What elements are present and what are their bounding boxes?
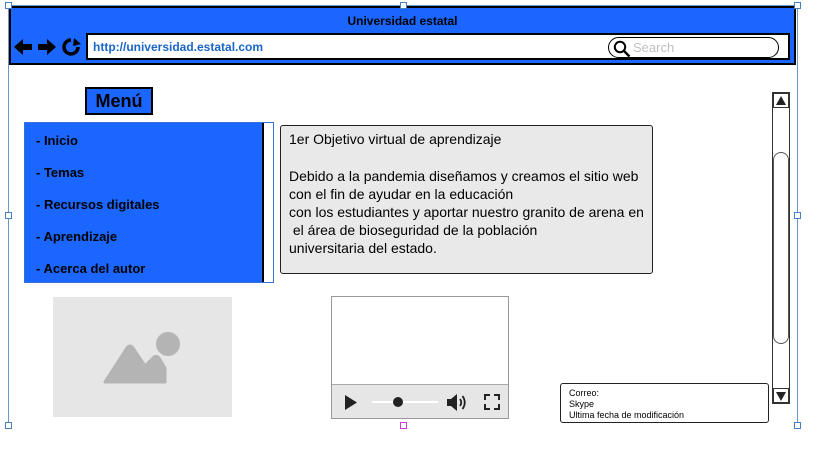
fullscreen-icon[interactable] bbox=[484, 394, 500, 410]
forward-arrow-icon[interactable] bbox=[37, 37, 57, 57]
menu-title: Menú bbox=[85, 87, 153, 115]
menu-item-recursos-digitales[interactable]: - Recursos digitales bbox=[36, 197, 160, 212]
scrollbar-thumb[interactable] bbox=[773, 152, 789, 344]
menu-item-acerca-del-autor[interactable]: - Acerca del autor bbox=[36, 261, 145, 276]
resize-handle[interactable] bbox=[400, 422, 407, 429]
menu-item-inicio[interactable]: - Inicio bbox=[36, 133, 78, 148]
image-placeholder-icon bbox=[103, 332, 180, 384]
triangle-up-icon bbox=[776, 96, 786, 105]
image-placeholder bbox=[53, 297, 232, 417]
resize-handle[interactable] bbox=[794, 2, 801, 9]
reload-icon[interactable] bbox=[61, 37, 81, 57]
scroll-down-button[interactable] bbox=[773, 388, 789, 403]
scroll-up-button[interactable] bbox=[773, 93, 789, 108]
back-arrow-icon[interactable] bbox=[13, 37, 33, 57]
volume-icon[interactable] bbox=[446, 393, 468, 412]
resize-handle[interactable] bbox=[5, 422, 12, 429]
panel-title: 1er Objetivo virtual de aprendizaje bbox=[289, 131, 502, 147]
triangle-down-icon bbox=[776, 392, 786, 401]
video-progress-knob[interactable] bbox=[393, 397, 404, 407]
play-icon[interactable] bbox=[344, 395, 358, 410]
window-title: Universidad estatal bbox=[9, 6, 796, 32]
resize-handle[interactable] bbox=[400, 2, 407, 9]
resize-handle[interactable] bbox=[5, 2, 12, 9]
search-input[interactable] bbox=[633, 39, 773, 56]
search-icon bbox=[613, 40, 631, 58]
footer-skype: Skype bbox=[569, 399, 595, 409]
footer-last-modified: Ultima fecha de modificación bbox=[569, 410, 685, 420]
video-controls bbox=[332, 384, 508, 418]
url-text[interactable]: http://universidad.estatal.com bbox=[93, 40, 263, 54]
resize-handle[interactable] bbox=[794, 422, 801, 429]
footer-email: Correo: bbox=[569, 388, 600, 398]
menu-item-aprendizaje[interactable]: - Aprendizaje bbox=[36, 229, 117, 244]
resize-handle[interactable] bbox=[5, 212, 12, 219]
search-box[interactable] bbox=[608, 37, 779, 58]
menu-scrollbar[interactable] bbox=[262, 123, 273, 282]
menu-item-temas[interactable]: - Temas bbox=[36, 165, 84, 180]
panel-body: Debido a la pandemia diseñamos y creamos… bbox=[289, 168, 644, 256]
video-progress-track[interactable] bbox=[372, 401, 438, 403]
resize-handle[interactable] bbox=[794, 212, 801, 219]
